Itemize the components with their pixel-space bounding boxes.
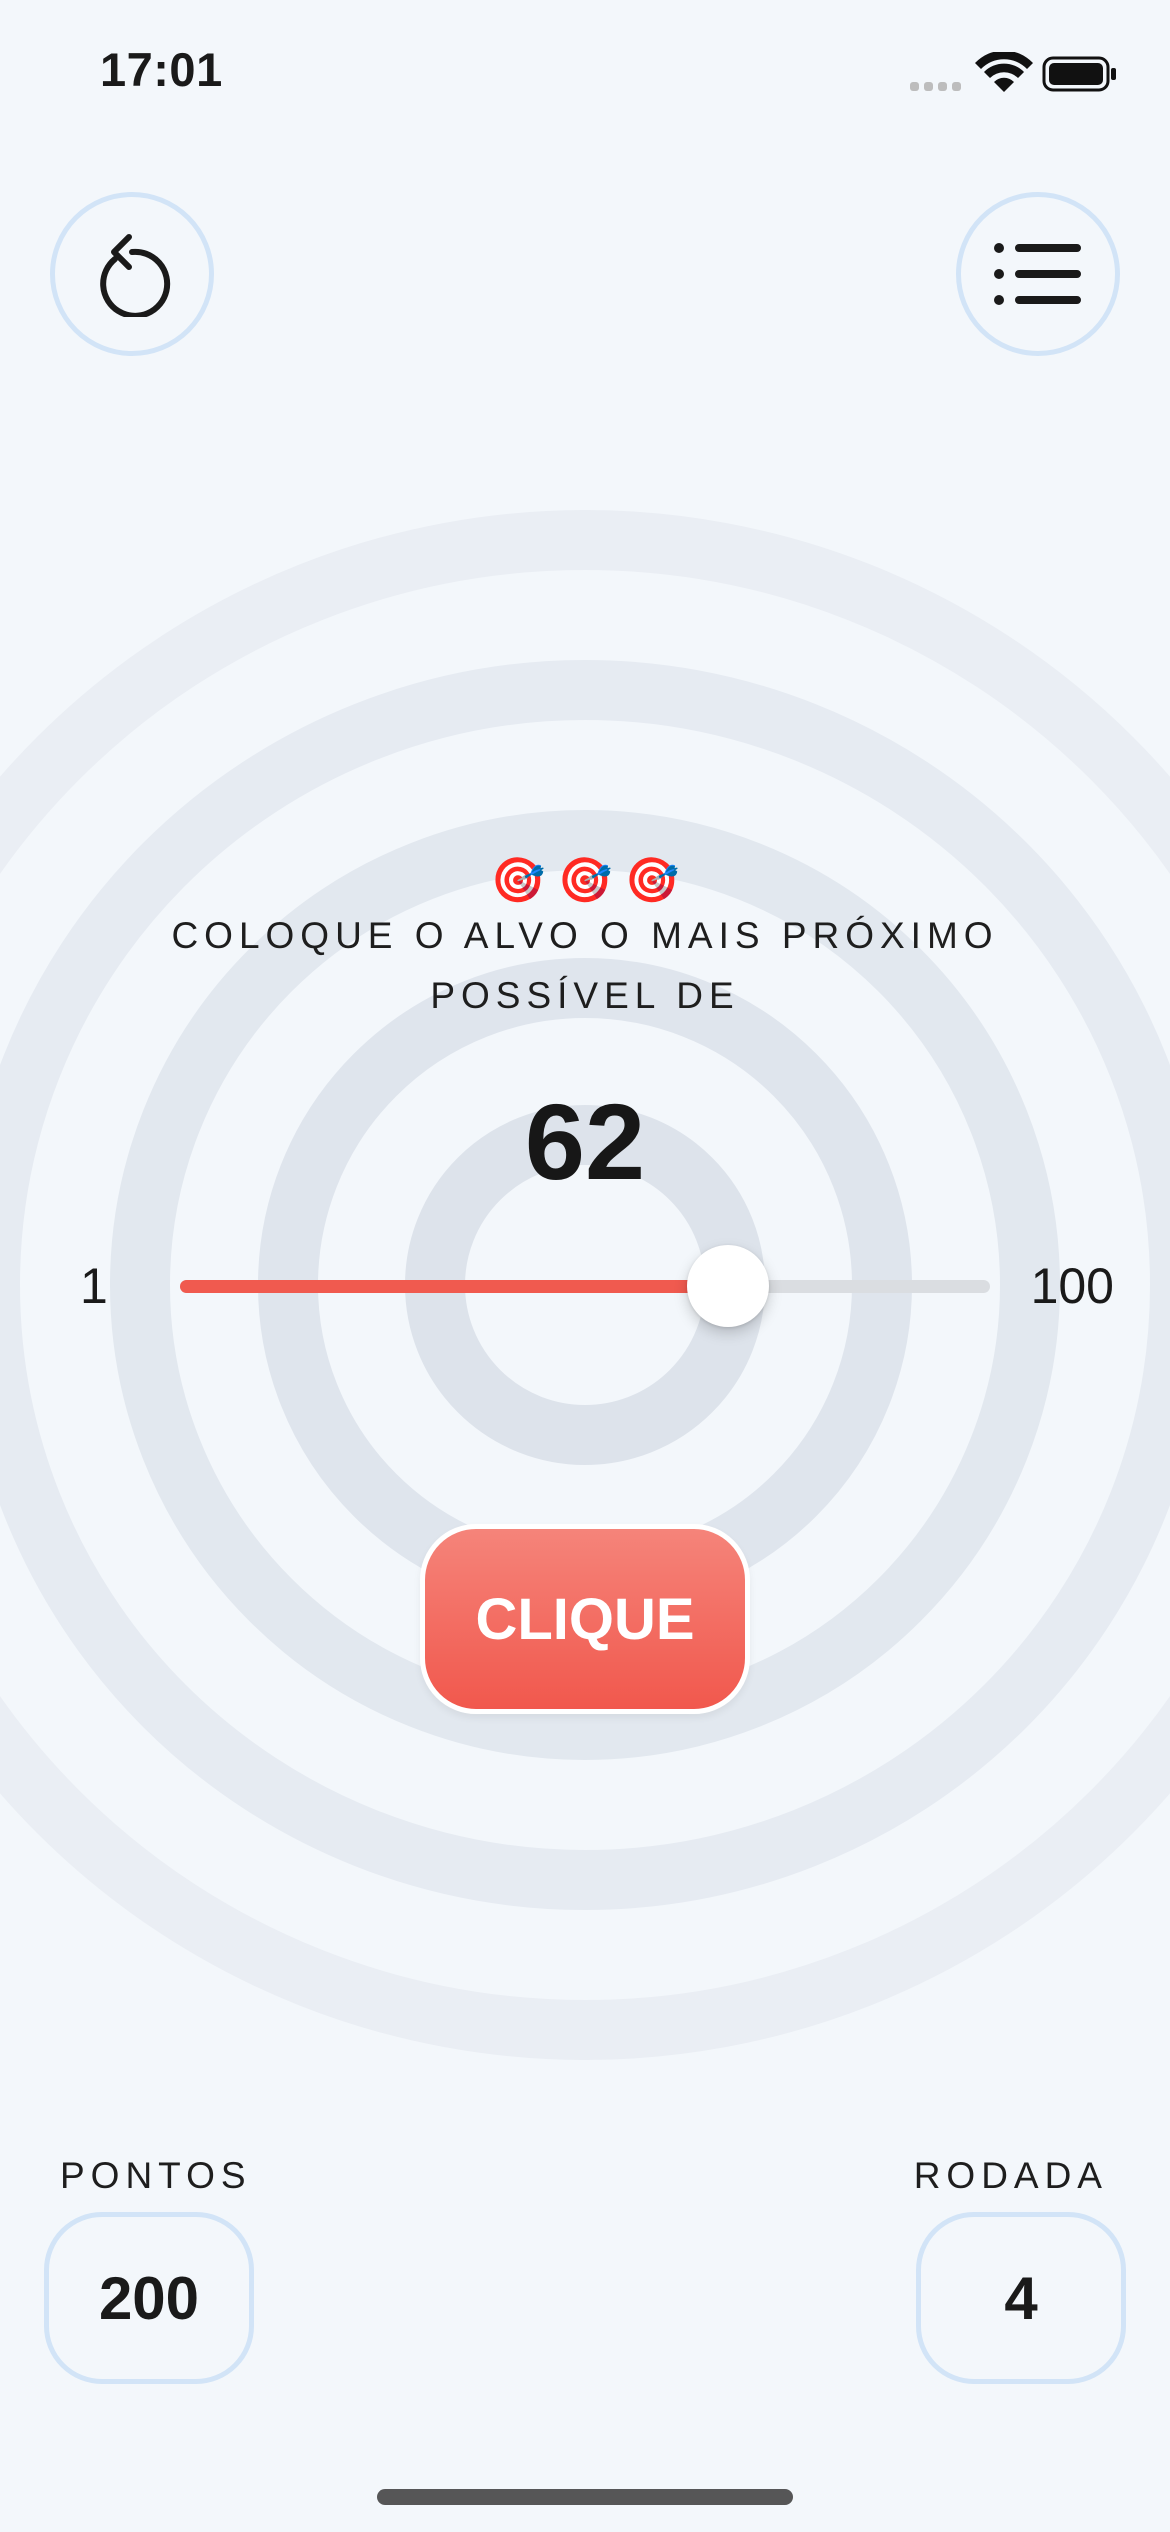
instruction-text: COLOQUE O ALVO O MAIS PRÓXIMO POSSÍVEL D… (171, 915, 999, 1016)
score-label: PONTOS (60, 2155, 252, 2196)
hit-me-button[interactable]: CLIQUE (420, 1524, 750, 1714)
slider-fill (180, 1280, 729, 1293)
status-time: 17:01 (100, 43, 223, 96)
score-box: 200 (44, 2212, 254, 2384)
dart-emoji-row: 🎯 🎯 🎯 (490, 856, 680, 905)
restart-button[interactable] (50, 192, 214, 356)
score-value: 200 (98, 2264, 200, 2332)
slider-max-label: 100 (1030, 1258, 1114, 1314)
slider-track[interactable] (180, 1280, 990, 1293)
status-icons (910, 52, 1116, 92)
round-label: RODADA (913, 2155, 1108, 2196)
leaderboard-button[interactable] (956, 192, 1120, 356)
target-number: 62 (524, 1081, 646, 1202)
hit-me-button-label: CLIQUE (475, 1586, 695, 1652)
bullseye-background (0, 510, 1170, 2060)
round-value: 4 (1004, 2264, 1038, 2332)
battery-icon (1042, 56, 1116, 92)
round-box: 4 (916, 2212, 1126, 2384)
list-icon (994, 243, 1081, 305)
wifi-icon (975, 52, 1033, 92)
slider-min-label: 1 (80, 1258, 108, 1314)
home-indicator (377, 2489, 793, 2505)
slider-thumb[interactable] (687, 1245, 770, 1327)
restart-icon (100, 234, 171, 317)
cellular-signal-icon (910, 82, 961, 91)
